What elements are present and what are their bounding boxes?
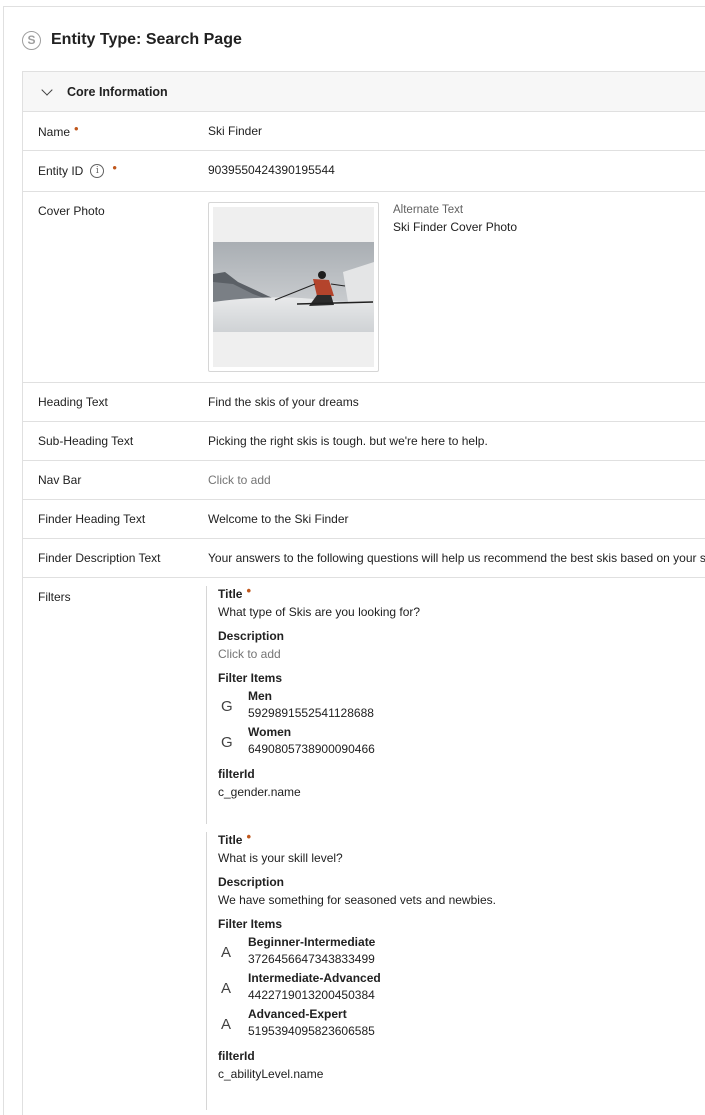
filter-item-name: Women [248, 725, 292, 739]
filter-id-block: filterId c_gender.name [218, 767, 420, 799]
required-indicator: • [112, 160, 117, 175]
field-value-finder-heading-text[interactable]: Welcome to the Ski Finder [208, 512, 349, 526]
filter-title-value[interactable]: What is your skill level? [218, 851, 496, 865]
field-value-sub-heading-text[interactable]: Picking the right skis is tough. but we'… [208, 434, 488, 448]
photo-frame [213, 207, 374, 367]
chevron-down-icon[interactable] [41, 83, 53, 96]
section-title: Core Information [67, 84, 168, 99]
field-value-name[interactable]: Ski Finder [208, 124, 262, 138]
label-text: Title [218, 586, 243, 601]
filter-item[interactable]: A Intermediate-Advanced 4422719013200450… [218, 971, 496, 1003]
filter-description-label: Description [218, 629, 285, 643]
field-label-finder-heading-text: Finder Heading Text [38, 512, 146, 526]
field-row-filters: Filters Title • What type of Skis are yo… [23, 578, 705, 1115]
top-divider [3, 6, 705, 7]
filter-description-block: Description Click to add [218, 629, 420, 661]
info-circle-icon[interactable]: i [90, 163, 105, 178]
filter-item-name: Intermediate-Advanced [248, 971, 381, 985]
circled-s-icon: S [22, 30, 41, 50]
filter-items-label: Filter Items [218, 671, 283, 685]
page: S Entity Type: Search Page Core Informat… [0, 0, 705, 1115]
filter-title-value[interactable]: What type of Skis are you looking for? [218, 605, 420, 619]
filter-item-name: Advanced-Expert [248, 1007, 347, 1021]
filter-item[interactable]: A Beginner-Intermediate 3726456647343833… [218, 935, 496, 967]
required-indicator: • [74, 121, 79, 136]
item-letter-icon: A [221, 944, 232, 961]
field-row-name: Name • Ski Finder [23, 112, 705, 151]
field-row-entity-id: Entity ID i • 9039550424390195544 [23, 151, 705, 192]
filter-item-id: 4422719013200450384 [248, 988, 375, 1002]
field-value-entity-id[interactable]: 9039550424390195544 [208, 163, 335, 177]
filter-id-value[interactable]: c_gender.name [218, 785, 420, 799]
item-letter-icon: A [221, 1016, 232, 1033]
required-indicator: • [246, 829, 252, 844]
filter-description-label: Description [218, 875, 285, 889]
field-row-cover-photo: Cover Photo Alternate Text Ski Finder Co… [23, 192, 705, 383]
alternate-text-block: Alternate Text Ski Finder Cover Photo [393, 204, 517, 234]
filter-description-value[interactable]: Click to add [218, 647, 420, 661]
filter-card-2[interactable]: Title • What is your skill level? Descri… [206, 829, 496, 1110]
field-label-sub-heading-text: Sub-Heading Text [38, 434, 134, 448]
cover-photo-thumbnail[interactable] [208, 202, 379, 372]
label-text: Entity ID [38, 163, 84, 178]
filter-id-block: filterId c_abilityLevel.name [218, 1049, 496, 1081]
filter-item-id: 6490805738900090466 [248, 742, 375, 756]
filter-item-name: Beginner-Intermediate [248, 935, 376, 949]
section-header[interactable]: Core Information [23, 72, 705, 112]
filter-item-id: 3726456647343833499 [248, 952, 375, 966]
filter-title-block: Title • What is your skill level? [218, 829, 496, 865]
filter-item-id: 5195394095823606585 [248, 1024, 375, 1038]
filter-items-block: Filter Items G Men 5929891552541128688 G… [218, 671, 420, 757]
filter-item-name: Men [248, 689, 272, 703]
field-label-finder-description-text: Finder Description Text [38, 551, 161, 565]
filter-item-id: 5929891552541128688 [248, 706, 374, 720]
filter-items-label: Filter Items [218, 917, 283, 931]
field-label-heading-text: Heading Text [38, 395, 108, 409]
page-header: S Entity Type: Search Page [22, 28, 242, 52]
item-letter-icon: G [221, 698, 233, 715]
label-text: Cover Photo [38, 204, 105, 218]
field-label-entity-id: Entity ID i • [38, 160, 117, 178]
alternate-text-label: Alternate Text [393, 204, 464, 216]
filter-title-block: Title • What type of Skis are you lookin… [218, 583, 420, 619]
filter-id-value[interactable]: c_abilityLevel.name [218, 1067, 496, 1081]
field-row-finder-description-text: Finder Description Text Your answers to … [23, 539, 705, 578]
filter-card-1[interactable]: Title • What type of Skis are you lookin… [206, 583, 420, 824]
core-information-card: Core Information Name • Ski Finder Entit… [22, 71, 705, 1115]
skier-photo [213, 242, 374, 332]
page-title: Entity Type: Search Page [51, 31, 242, 48]
filter-description-block: Description We have something for season… [218, 875, 496, 907]
alternate-text-value[interactable]: Ski Finder Cover Photo [393, 220, 517, 234]
filter-title-label: Title • [218, 829, 496, 847]
field-row-finder-heading-text: Finder Heading Text Welcome to the Ski F… [23, 500, 705, 539]
field-row-heading-text: Heading Text Find the skis of your dream… [23, 383, 705, 422]
filter-id-label: filterId [218, 767, 255, 781]
filter-item[interactable]: G Women 6490805738900090466 [218, 725, 420, 757]
field-row-sub-heading-text: Sub-Heading Text Picking the right skis … [23, 422, 705, 461]
field-value-finder-description-text[interactable]: Your answers to the following questions … [208, 551, 705, 565]
field-label-name: Name • [38, 121, 79, 139]
field-label-nav-bar: Nav Bar [38, 473, 82, 487]
field-value-nav-bar[interactable]: Click to add [208, 473, 271, 487]
filter-title-label: Title • [218, 583, 420, 601]
label-text: Title [218, 832, 243, 847]
filter-item[interactable]: G Men 5929891552541128688 [218, 689, 420, 721]
required-indicator: • [246, 583, 252, 598]
filter-items-block: Filter Items A Beginner-Intermediate 372… [218, 917, 496, 1039]
field-value-heading-text[interactable]: Find the skis of your dreams [208, 395, 359, 409]
filter-item[interactable]: A Advanced-Expert 5195394095823606585 [218, 1007, 496, 1039]
item-letter-icon: A [221, 980, 232, 997]
field-row-nav-bar: Nav Bar Click to add [23, 461, 705, 500]
filter-description-value[interactable]: We have something for seasoned vets and … [218, 893, 496, 907]
field-label-cover-photo: Cover Photo [38, 204, 105, 218]
left-divider [3, 6, 4, 1115]
field-label-filters: Filters [38, 590, 71, 604]
filter-id-label: filterId [218, 1049, 255, 1063]
item-letter-icon: G [221, 734, 233, 751]
label-text: Name [38, 124, 71, 139]
